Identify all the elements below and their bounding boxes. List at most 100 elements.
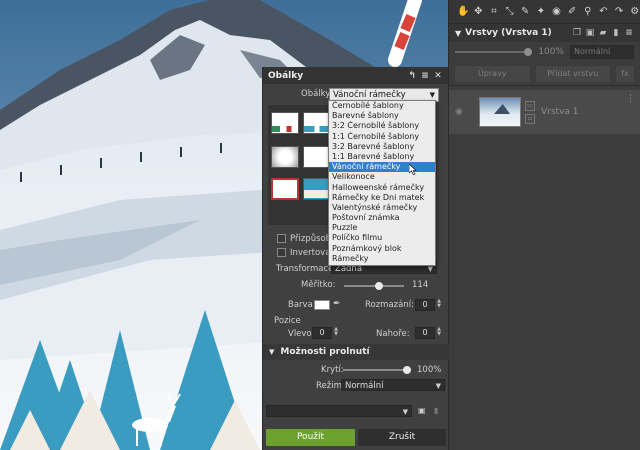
wand-icon[interactable]: ✦ xyxy=(536,6,547,17)
adjustments-tab[interactable]: Úpravy xyxy=(455,65,530,82)
dropdown-option[interactable]: Rámečky ke Dni matek xyxy=(329,193,435,203)
frame-thumbnails xyxy=(268,105,332,225)
eyedropper-icon[interactable]: ✒ xyxy=(333,299,341,309)
layer-tabs: Úpravy Přidat vrstvu fx xyxy=(449,62,640,86)
chevron-down-icon[interactable]: ▼ xyxy=(455,29,461,38)
frame-thumb-decoration xyxy=(304,126,330,132)
save-icon[interactable]: ▣ xyxy=(418,406,426,415)
move-icon[interactable]: ✥ xyxy=(473,6,484,17)
dropdown-option[interactable]: Vánoční rámečky xyxy=(329,162,435,173)
pin-icon[interactable]: ✎ xyxy=(520,6,531,17)
blend-options-title: Možnosti prolnutí xyxy=(280,347,370,357)
frame-thumb-1[interactable] xyxy=(271,112,299,134)
add-layer-tab[interactable]: Přidat vrstvu xyxy=(535,65,610,82)
layer-thumbnail xyxy=(479,97,521,127)
dropdown-option[interactable]: Černobílé šablony xyxy=(329,101,435,111)
frame-thumb-2[interactable] xyxy=(303,112,331,134)
chevron-down-icon: ▼ xyxy=(402,408,408,416)
top-input[interactable]: 0 xyxy=(415,327,435,339)
frame-thumb-4[interactable] xyxy=(303,146,331,168)
frame-thumb-decoration xyxy=(304,190,330,198)
dropdown-option[interactable]: Valentýnské rámečky xyxy=(329,203,435,213)
frame-thumb-6[interactable] xyxy=(303,178,331,200)
cancel-button[interactable]: Zrušit xyxy=(358,429,446,446)
layer-opacity-slider[interactable] xyxy=(455,48,533,56)
left-input[interactable]: 0 xyxy=(312,327,332,339)
layers-title: Vrstvy (Vrstva 1) xyxy=(465,28,552,38)
menu-icon[interactable]: ≡ xyxy=(420,71,430,81)
transform-icon[interactable]: ⤡ xyxy=(504,6,515,17)
scale-slider-knob[interactable] xyxy=(374,282,383,290)
dropdown-option[interactable]: 3:2 Černobílé šablony xyxy=(329,121,435,131)
frame-thumb-5[interactable] xyxy=(271,178,299,200)
layer-mask-icon[interactable]: ▭ xyxy=(525,100,535,111)
color-swatch[interactable] xyxy=(314,300,330,310)
dropper-icon[interactable]: ⚲ xyxy=(582,6,593,17)
scale-label: Měřítko: xyxy=(301,280,336,290)
blend-options-section[interactable]: ▼ Možnosti prolnutí xyxy=(263,344,449,360)
mode-value: Normální xyxy=(345,381,384,391)
dropdown-option[interactable]: Poznámkový blok xyxy=(329,244,435,254)
mode-select[interactable]: Normální ▼ xyxy=(341,379,445,391)
brush-icon[interactable]: ✐ xyxy=(567,6,578,17)
spin-up-down-icon[interactable]: ▲ ▼ xyxy=(436,327,442,337)
layer-blend-select[interactable]: Normální xyxy=(570,45,634,59)
opacity-value: 100% xyxy=(417,365,442,375)
layer-opacity-knob[interactable] xyxy=(524,48,533,56)
dropdown-option[interactable]: Velikonoce xyxy=(329,172,435,182)
mouse-cursor-icon xyxy=(409,164,417,175)
dropdown-option[interactable]: 3:2 Barevné šablony xyxy=(329,142,435,152)
opacity-label: Krytí: xyxy=(321,365,344,375)
dialog-title: Obálky xyxy=(268,70,304,81)
dropdown-option[interactable]: Políčko filmu xyxy=(329,233,435,243)
dropdown-option[interactable]: 1:1 Barevné šablony xyxy=(329,152,435,162)
spin-up-down-icon[interactable]: ▲ ▼ xyxy=(333,327,339,337)
opacity-slider[interactable] xyxy=(343,366,411,374)
scale-value: 114 xyxy=(412,280,429,290)
new-layer-icon[interactable]: ▣ xyxy=(585,28,595,38)
copy-layer-icon[interactable]: ❐ xyxy=(572,28,582,38)
apply-button[interactable]: Použít xyxy=(266,429,355,446)
crop-icon[interactable]: ⌗ xyxy=(489,6,500,17)
eye-icon[interactable]: ◉ xyxy=(551,6,562,17)
trash-icon[interactable]: ▮ xyxy=(434,406,438,415)
layers-panel: ✋ ✥ ⌗ ⤡ ✎ ✦ ◉ ✐ ⚲ ↶ ↷ ⚙ ▼ Vrstvy (Vrstva… xyxy=(448,0,640,450)
delete-icon[interactable]: ▮ xyxy=(611,28,621,38)
chevron-down-icon: ▼ xyxy=(269,348,275,356)
dropdown-option[interactable]: Barevné šablony xyxy=(329,111,435,121)
visibility-eye-icon[interactable]: ◉ xyxy=(455,107,469,117)
undo-icon[interactable]: ↶ xyxy=(598,6,609,17)
dropdown-option[interactable]: Rámečky xyxy=(329,254,435,264)
blur-label: Rozmazání: xyxy=(365,300,414,310)
top-toolbar: ✋ ✥ ⌗ ⤡ ✎ ✦ ◉ ✐ ⚲ ↶ ↷ ⚙ xyxy=(449,0,640,24)
layer-opacity-row: 100% Normální xyxy=(449,42,640,62)
folder-icon[interactable]: ▰ xyxy=(598,28,608,38)
layer-name: Vrstva 1 xyxy=(541,107,579,117)
dropdown-option[interactable]: Halloweenské rámečky xyxy=(329,183,435,193)
color-label: Barva: xyxy=(288,300,316,310)
fit-checkbox[interactable] xyxy=(277,234,286,243)
layers-header[interactable]: ▼ Vrstvy (Vrstva 1) ❐ ▣ ▰ ▮ ≡ xyxy=(449,24,640,42)
opacity-slider-knob[interactable] xyxy=(403,366,411,374)
dropdown-option[interactable]: 1:1 Černobílé šablony xyxy=(329,132,435,142)
menu-icon[interactable]: ≡ xyxy=(624,28,634,38)
layer-lock-icon[interactable]: ▫ xyxy=(525,113,535,124)
more-vertical-icon[interactable]: ⋮ xyxy=(626,94,635,104)
frames-dropdown-list: Černobílé šablony Barevné šablony 3:2 Čern… xyxy=(328,100,436,266)
invert-checkbox[interactable] xyxy=(277,248,286,257)
settings-icon[interactable]: ⚙ xyxy=(629,6,640,17)
dropdown-option[interactable]: Poštovní známka xyxy=(329,213,435,223)
close-icon[interactable]: ✕ xyxy=(433,71,443,81)
dialog-title-bar: Obálky ↰ ≡ ✕ xyxy=(263,67,448,84)
preset-select[interactable]: ▼ xyxy=(266,405,412,417)
blur-input[interactable]: 0 xyxy=(415,299,435,311)
frame-thumb-3[interactable] xyxy=(271,146,299,168)
layer-item[interactable]: ◉ ▭ ▫ Vrstva 1 ⋮ xyxy=(449,90,640,134)
fx-tab[interactable]: fx xyxy=(616,65,634,82)
spin-up-down-icon[interactable]: ▲ ▼ xyxy=(436,299,442,309)
redo-icon[interactable]: ↷ xyxy=(614,6,625,17)
hand-icon[interactable]: ✋ xyxy=(457,6,469,17)
scale-slider[interactable] xyxy=(344,282,404,290)
dropdown-option[interactable]: Puzzle xyxy=(329,223,435,233)
reset-icon[interactable]: ↰ xyxy=(407,71,417,81)
